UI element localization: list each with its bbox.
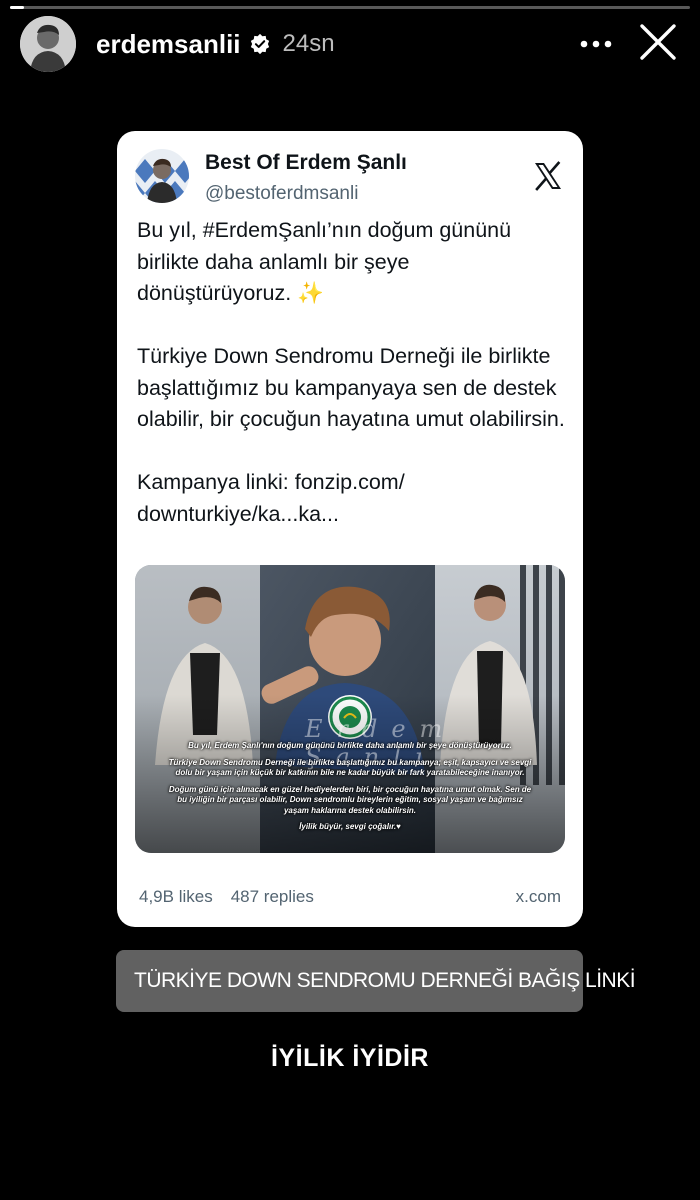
more-options-icon[interactable]	[578, 28, 614, 60]
story-username[interactable]: erdemsanlii	[96, 29, 241, 60]
post-author-handle: @bestoferdmsanli	[205, 183, 359, 204]
media-overlay-text: Bu yıl, Erdem Şanlı'nın doğum gününü bir…	[165, 741, 535, 839]
media-line: İyilik büyür, sevgi çoğalır.♥	[299, 822, 401, 831]
post-author-avatar	[135, 149, 189, 203]
source-domain: x.com	[515, 887, 561, 906]
link-sticker-label: TÜRKİYE DOWN SENDROMU DERNEĞİ BAĞIŞ LİNK…	[134, 969, 636, 992]
replies-count: 487 replies	[230, 887, 314, 906]
post-paragraph-2: Türkiye Down Sendromu Derneği ile birlik…	[137, 344, 565, 431]
story-timestamp: 24sn	[282, 30, 335, 57]
post-footer: 4,9B likes 487 replies x.com	[139, 887, 561, 907]
verified-badge-icon	[250, 33, 269, 55]
shared-post-card[interactable]: Best Of Erdem Şanlı @bestoferdmsanli Bu …	[117, 131, 583, 927]
media-line: Doğum günü için alınacak en güzel hediye…	[168, 784, 532, 815]
close-icon[interactable]	[636, 20, 680, 64]
sparkles-emoji: ✨	[297, 281, 324, 305]
media-line: Bu yıl, Erdem Şanlı'nın doğum gününü bir…	[188, 741, 512, 750]
story-progress-bar	[10, 6, 690, 9]
story-caption: İYİLİK İYİDİR	[271, 1044, 429, 1072]
media-line: Türkiye Down Sendromu Derneği ile birlik…	[168, 757, 532, 778]
link-sticker[interactable]: TÜRKİYE DOWN SENDROMU DERNEĞİ BAĞIŞ LİNK…	[116, 950, 636, 1012]
post-media-image[interactable]: Erdem Şanlı Bu yıl, Erdem Şanlı'nın doğu…	[135, 565, 565, 853]
story-progress-fill	[10, 6, 24, 9]
likes-count: 4,9B likes	[139, 887, 213, 906]
story-header: erdemsanlii 24sn	[20, 14, 680, 74]
post-paragraph-1: Bu yıl, #ErdemŞanlı’nın doğum gününü bir…	[137, 218, 512, 305]
x-logo-icon	[535, 161, 561, 191]
post-text: Bu yıl, #ErdemŞanlı’nın doğum gününü bir…	[137, 215, 567, 562]
avatar[interactable]	[20, 16, 76, 72]
post-paragraph-3: Kampanya linki: fonzip.com/ downturkiye/…	[137, 470, 405, 526]
post-author-name: Best Of Erdem Şanlı	[205, 151, 407, 174]
